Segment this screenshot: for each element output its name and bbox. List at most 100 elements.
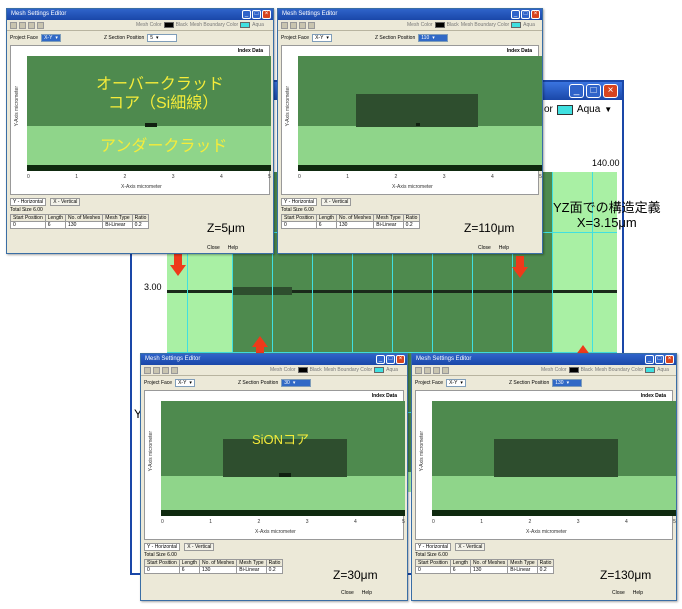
cell[interactable]: 0 (10, 221, 46, 229)
maximize-icon[interactable]: □ (586, 84, 601, 98)
redo-icon[interactable] (290, 21, 297, 29)
close-button[interactable]: Close (207, 245, 220, 251)
table-row[interactable]: 0 6 130 Bi-Linear 0.2 (415, 566, 555, 574)
tab-horizontal[interactable]: Y - Horizontal (10, 197, 47, 206)
redo-icon[interactable] (153, 366, 160, 374)
table-row[interactable]: 0 6 130 Bi-Linear 0.2 (10, 221, 150, 229)
tab-vertical[interactable]: X - Vertical (50, 197, 81, 206)
cell[interactable]: 0.2 (402, 221, 421, 229)
close-icon[interactable]: × (665, 355, 674, 364)
mesh-color-swatch[interactable] (434, 22, 445, 28)
grid-icon[interactable] (442, 366, 449, 374)
cell[interactable]: Bi-Linear (373, 221, 404, 229)
tab-horizontal[interactable]: Y - Horizontal (144, 542, 181, 551)
cell[interactable]: Bi-Linear (507, 566, 538, 574)
arrow-down-icon (512, 256, 528, 278)
chevron-down-icon: ▾ (292, 379, 296, 386)
close-icon[interactable]: × (603, 84, 618, 98)
maximize-icon[interactable]: □ (655, 355, 664, 364)
cell[interactable]: 130 (65, 221, 104, 229)
cell[interactable]: 6 (178, 566, 201, 574)
mesh-color-swatch[interactable] (163, 22, 174, 28)
boundary-color-swatch[interactable] (645, 367, 656, 373)
minimize-icon[interactable]: _ (645, 355, 654, 364)
cell[interactable]: 0 (144, 566, 180, 574)
col-header: Length (315, 214, 338, 222)
chevron-down-icon: ▾ (156, 34, 159, 41)
close-icon[interactable]: × (262, 10, 271, 19)
zoom-icon[interactable] (28, 21, 35, 29)
cross-section-plot (432, 401, 676, 516)
grid-icon[interactable] (171, 366, 178, 374)
cell[interactable]: 6 (44, 221, 67, 229)
tab-vertical[interactable]: X - Vertical (184, 542, 215, 551)
boundary-color-swatch[interactable] (374, 367, 385, 373)
table-row[interactable]: 0 6 130 Bi-Linear 0.2 (281, 221, 421, 229)
boundary-color-swatch[interactable] (511, 22, 522, 28)
project-face-select[interactable]: X-Y ▾ (41, 34, 61, 42)
project-face-select[interactable]: X-Y ▾ (446, 379, 466, 387)
zoom-icon[interactable] (299, 21, 306, 29)
total-size-value: 6.00 (167, 552, 177, 558)
zoom-icon[interactable] (162, 366, 169, 374)
mesh-color-swatch[interactable] (568, 367, 579, 373)
face-row: Project Face X-Y ▾ Z Section Position 5 ▾ (7, 32, 273, 44)
close-icon[interactable]: × (531, 10, 540, 19)
minimize-icon[interactable]: _ (376, 355, 385, 364)
tab-horizontal[interactable]: Y - Horizontal (281, 197, 318, 206)
zsection-select[interactable]: 130 ▾ (552, 379, 583, 387)
help-button[interactable]: Help (499, 245, 509, 251)
tab-vertical[interactable]: X - Vertical (321, 197, 352, 206)
cell[interactable]: 0.2 (265, 566, 284, 574)
x-tick: 2 (528, 519, 532, 525)
tab-vertical[interactable]: X - Vertical (455, 542, 486, 551)
chevron-down-icon: ▾ (55, 34, 58, 41)
minimize-icon[interactable]: _ (511, 10, 520, 19)
cell[interactable]: 0.2 (536, 566, 555, 574)
boundary-color-label: Mesh Boundary Color (189, 22, 239, 28)
help-button[interactable]: Help (228, 245, 238, 251)
zoom-icon[interactable] (433, 366, 440, 374)
mesh-color-swatch[interactable] (297, 367, 308, 373)
project-face-select[interactable]: X-Y ▾ (175, 379, 195, 387)
undo-icon[interactable] (415, 366, 422, 374)
close-button[interactable]: Close (478, 245, 491, 251)
cell[interactable]: 130 (336, 221, 375, 229)
undo-icon[interactable] (281, 21, 288, 29)
redo-icon[interactable] (19, 21, 26, 29)
maximize-icon[interactable]: □ (521, 10, 530, 19)
close-button[interactable]: Close (612, 590, 625, 596)
cell[interactable]: 0 (415, 566, 451, 574)
cell[interactable]: 130 (199, 566, 238, 574)
maximize-icon[interactable]: □ (386, 355, 395, 364)
help-button[interactable]: Help (362, 590, 372, 596)
boundary-color-combo[interactable]: or Aqua ▼ (544, 104, 612, 115)
col-header: No. of Meshes (470, 559, 509, 567)
undo-icon[interactable] (10, 21, 17, 29)
project-face-select[interactable]: X-Y ▾ (312, 34, 332, 42)
cell[interactable]: 130 (470, 566, 509, 574)
close-icon[interactable]: × (396, 355, 405, 364)
cell[interactable]: 0.2 (131, 221, 150, 229)
help-button[interactable]: Help (633, 590, 643, 596)
table-row[interactable]: 0 6 130 Bi-Linear 0.2 (144, 566, 284, 574)
maximize-icon[interactable]: □ (252, 10, 261, 19)
undo-icon[interactable] (144, 366, 151, 374)
zsection-select[interactable]: 5 ▾ (147, 34, 178, 42)
cell[interactable]: 0 (281, 221, 317, 229)
grid-icon[interactable] (308, 21, 315, 29)
grid-icon[interactable] (37, 21, 44, 29)
close-button[interactable]: Close (341, 590, 354, 596)
minimize-icon[interactable]: _ (569, 84, 584, 98)
zsection-select[interactable]: 110 ▾ (418, 34, 449, 42)
minimize-icon[interactable]: _ (242, 10, 251, 19)
cell[interactable]: Bi-Linear (102, 221, 133, 229)
cell[interactable]: 6 (315, 221, 338, 229)
cell[interactable]: Bi-Linear (236, 566, 267, 574)
tab-horizontal[interactable]: Y - Horizontal (415, 542, 452, 551)
cell[interactable]: 6 (449, 566, 472, 574)
zsection-select[interactable]: 30 ▾ (281, 379, 312, 387)
boundary-color-swatch[interactable] (240, 22, 251, 28)
redo-icon[interactable] (424, 366, 431, 374)
x-tick: 3 (171, 174, 175, 180)
